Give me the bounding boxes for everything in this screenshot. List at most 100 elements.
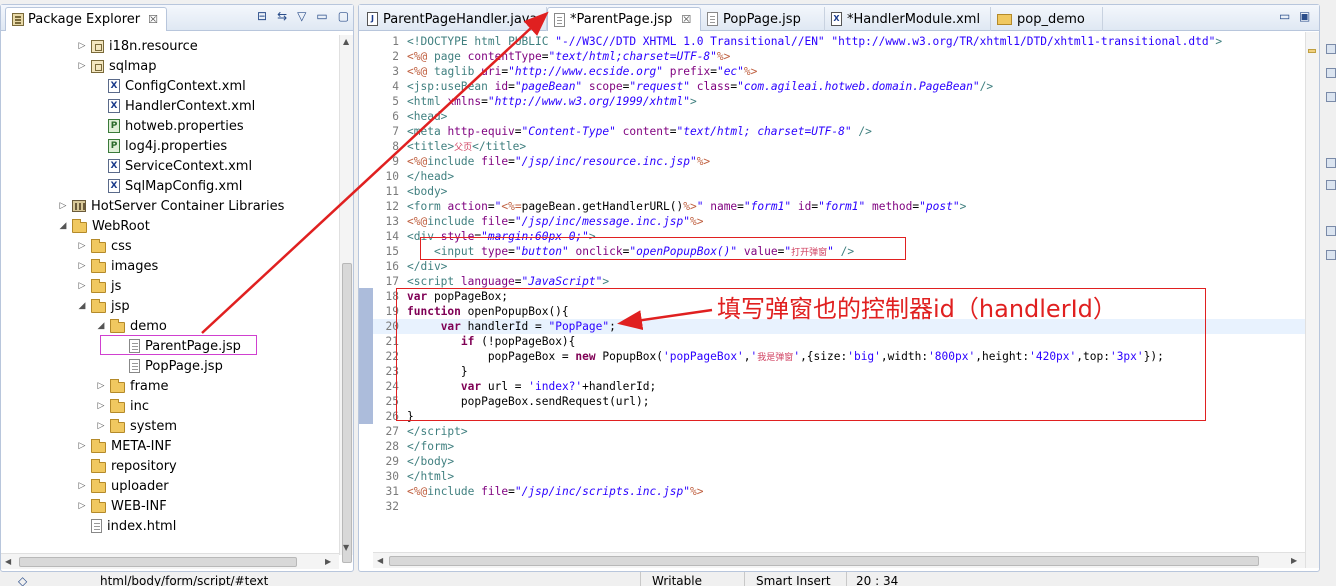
package-explorer-tabbar: Package Explorer ☒ ⊟ ⇆ ▽ ▭ ▢ <box>1 5 353 31</box>
collapse-all-icon[interactable]: ⊟ <box>257 9 267 23</box>
tab-handlermodule-xml[interactable]: X *HandlerModule.xml <box>825 7 991 31</box>
tree-item[interactable]: ▷ i18n.resource <box>76 36 198 56</box>
view-menu-icon[interactable]: ▽ <box>297 9 306 23</box>
code-line: 5 <html xmlns="http://www.w3.org/1999/xht… <box>392 95 697 108</box>
link-with-editor-icon[interactable]: ⇆ <box>277 9 287 23</box>
scroll-thumb[interactable] <box>19 557 297 567</box>
editor-horizontal-scrollbar[interactable]: ◀ ▶ <box>373 552 1305 568</box>
toolbar-icon[interactable] <box>1326 226 1336 236</box>
close-icon[interactable]: ☒ <box>681 13 691 26</box>
tree-horizontal-scrollbar[interactable]: ◀ ▶ <box>1 553 339 569</box>
package-explorer-tab[interactable]: Package Explorer ☒ <box>5 7 168 31</box>
tree-item[interactable]: ▷ uploader <box>76 476 169 496</box>
toolbar-icon[interactable] <box>1326 92 1336 102</box>
toolbar-icon[interactable] <box>1326 158 1336 168</box>
collapsed-twisty-icon[interactable]: ▷ <box>76 281 88 291</box>
close-icon[interactable]: ☒ <box>148 13 158 26</box>
maximize-icon[interactable]: ▢ <box>338 9 349 23</box>
code-line: 4 <jsp:useBean id="pageBean" scope="reque… <box>392 80 994 93</box>
overview-ruler <box>1305 35 1319 65</box>
tree-item[interactable]: ▷ HotServer Container Libraries <box>57 196 285 216</box>
code-line: 16 </div> <box>385 260 448 273</box>
jsp-file-icon <box>554 12 565 27</box>
scroll-right-icon[interactable]: ▶ <box>1291 556 1297 565</box>
tree-item[interactable]: ▷ sqlmap <box>76 56 157 76</box>
scroll-left-icon[interactable]: ◀ <box>5 557 11 566</box>
code-line: 3 <%@ taglib uri="http://www.ecside.org" … <box>392 65 758 78</box>
toolbar-icon[interactable] <box>1326 44 1336 54</box>
tree-item[interactable]: ◢ WebRoot <box>57 216 150 236</box>
collapsed-twisty-icon[interactable]: ▷ <box>76 481 88 491</box>
tree-item-label: PopPage.jsp <box>145 358 223 374</box>
code-line: 27 </script> <box>385 425 468 438</box>
code-line: 31 <%@include file="/jsp/inc/scripts.inc.… <box>385 485 704 498</box>
tree-item[interactable]: ▷ inc <box>95 396 149 416</box>
toolbar-icon[interactable] <box>1326 68 1336 78</box>
package-icon <box>91 59 104 73</box>
collapsed-twisty-icon[interactable]: ▷ <box>95 421 107 431</box>
expanded-twisty-icon[interactable]: ◢ <box>57 221 69 231</box>
expanded-twisty-icon[interactable]: ◢ <box>76 301 88 311</box>
minimize-icon[interactable]: ▭ <box>316 9 327 23</box>
tab-parentpagehandler-java[interactable]: J ParentPageHandler.java <box>361 7 547 31</box>
tree-item[interactable]: repository <box>76 456 177 476</box>
toolbar-icon[interactable] <box>1326 250 1336 260</box>
scroll-down-icon[interactable]: ▼ <box>343 543 349 552</box>
code-line: 8 <title>父页</title> <box>392 140 527 153</box>
tree-item[interactable]: ▷ WEB-INF <box>76 496 167 516</box>
tree-item-label: css <box>111 238 132 254</box>
tree-item[interactable]: X ServiceContext.xml <box>93 156 252 176</box>
collapsed-twisty-icon[interactable]: ▷ <box>76 241 88 251</box>
toolbar-icon[interactable] <box>1326 180 1336 190</box>
tree-item[interactable]: ▷ frame <box>95 376 169 396</box>
tree-item-label: WEB-INF <box>111 498 167 514</box>
collapsed-twisty-icon[interactable]: ▷ <box>76 501 88 511</box>
tree-item[interactable]: ▷ images <box>76 256 158 276</box>
warning-marker[interactable] <box>1308 49 1316 53</box>
tree-item[interactable]: ▷ js <box>76 276 121 296</box>
tree-item[interactable]: X ConfigContext.xml <box>93 76 246 96</box>
scroll-up-icon[interactable]: ▲ <box>343 37 349 46</box>
folder-icon <box>91 478 106 493</box>
scroll-left-icon[interactable]: ◀ <box>377 556 383 565</box>
tree-item[interactable]: Photweb.properties <box>93 116 244 136</box>
tab-parentpage-jsp[interactable]: *ParentPage.jsp ☒ <box>547 7 701 31</box>
tree-item[interactable]: PopPage.jsp <box>114 356 223 376</box>
tree-item-label: HotServer Container Libraries <box>91 198 285 214</box>
minimize-icon[interactable]: ▭ <box>1279 9 1290 23</box>
tree-item[interactable]: ▷ system <box>95 416 177 436</box>
collapsed-twisty-icon[interactable]: ▷ <box>76 261 88 271</box>
tree-item[interactable]: X SqlMapConfig.xml <box>93 176 242 196</box>
tree-item[interactable]: ▷ css <box>76 236 132 256</box>
collapsed-twisty-icon[interactable]: ▷ <box>95 381 107 391</box>
collapsed-twisty-icon[interactable]: ▷ <box>95 401 107 411</box>
collapsed-twisty-icon[interactable]: ▷ <box>76 61 88 71</box>
tree-item-label: META-INF <box>111 438 172 454</box>
collapsed-twisty-icon[interactable]: ▷ <box>76 41 88 51</box>
tab-pop-demo[interactable]: pop_demo <box>991 7 1103 31</box>
scroll-thumb[interactable] <box>389 556 1259 566</box>
tree-vertical-scrollbar[interactable]: ▲ ▼ <box>339 35 353 563</box>
tree-item-label: system <box>130 418 177 434</box>
library-icon <box>72 200 86 212</box>
tree-item-label: hotweb.properties <box>125 118 244 134</box>
folder-icon <box>91 498 106 513</box>
expanded-twisty-icon[interactable]: ◢ <box>95 321 107 331</box>
status-separator <box>846 572 847 586</box>
package-explorer-icon <box>12 13 24 26</box>
tree-item[interactable]: Plog4j.properties <box>93 136 227 156</box>
scroll-right-icon[interactable]: ▶ <box>325 557 331 566</box>
maximize-icon[interactable]: ▣ <box>1299 9 1310 23</box>
collapsed-twisty-icon[interactable]: ▷ <box>76 441 88 451</box>
tree-item[interactable]: index.html <box>76 516 176 536</box>
tree-item[interactable]: X HandlerContext.xml <box>93 96 255 116</box>
scroll-thumb[interactable] <box>342 263 352 563</box>
tree-item[interactable]: ◢ demo <box>95 316 167 336</box>
tab-poppage-jsp[interactable]: PopPage.jsp <box>701 7 825 31</box>
tree-item-label: log4j.properties <box>125 138 228 154</box>
editor-vertical-scrollbar[interactable] <box>1305 32 1319 568</box>
tree-item[interactable]: ▷ META-INF <box>76 436 172 456</box>
tree-item-label: images <box>111 258 159 274</box>
collapsed-twisty-icon[interactable]: ▷ <box>57 201 69 211</box>
tree-item[interactable]: ◢ jsp <box>76 296 130 316</box>
